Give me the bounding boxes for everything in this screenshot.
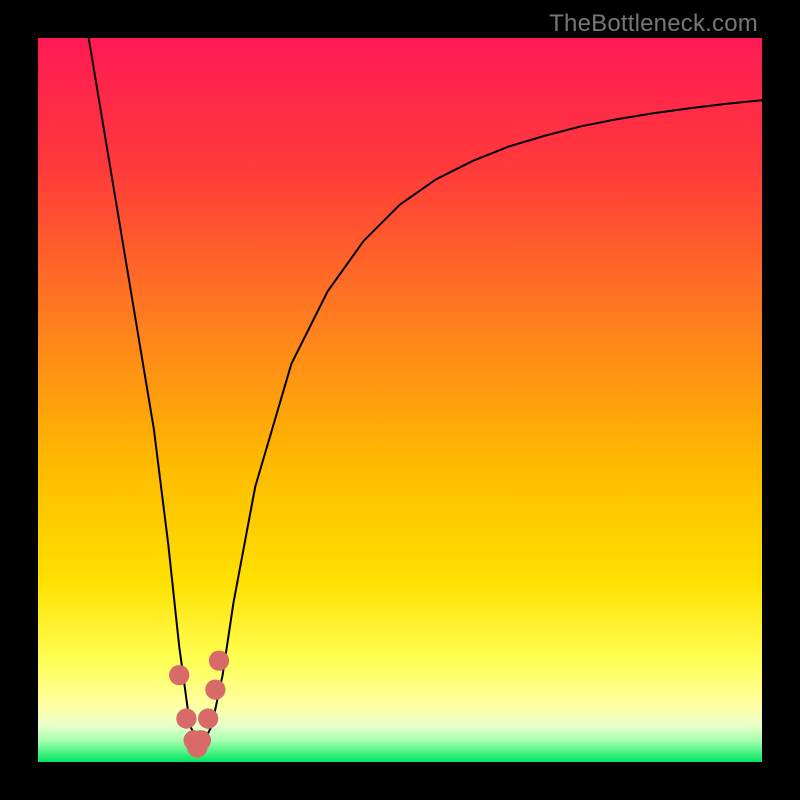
chart-frame: TheBottleneck.com <box>0 0 800 800</box>
marker-dot <box>198 708 218 728</box>
marker-dot <box>209 651 229 671</box>
marker-dot <box>169 665 189 685</box>
watermark-text: TheBottleneck.com <box>549 10 758 38</box>
bottleneck-curve <box>89 38 762 748</box>
plot-area <box>38 38 762 762</box>
marker-dot <box>191 730 211 750</box>
curve-path <box>89 38 762 748</box>
marker-dot <box>205 679 225 699</box>
curve-layer <box>38 38 762 762</box>
highlight-markers <box>169 651 229 758</box>
marker-dot <box>176 708 196 728</box>
